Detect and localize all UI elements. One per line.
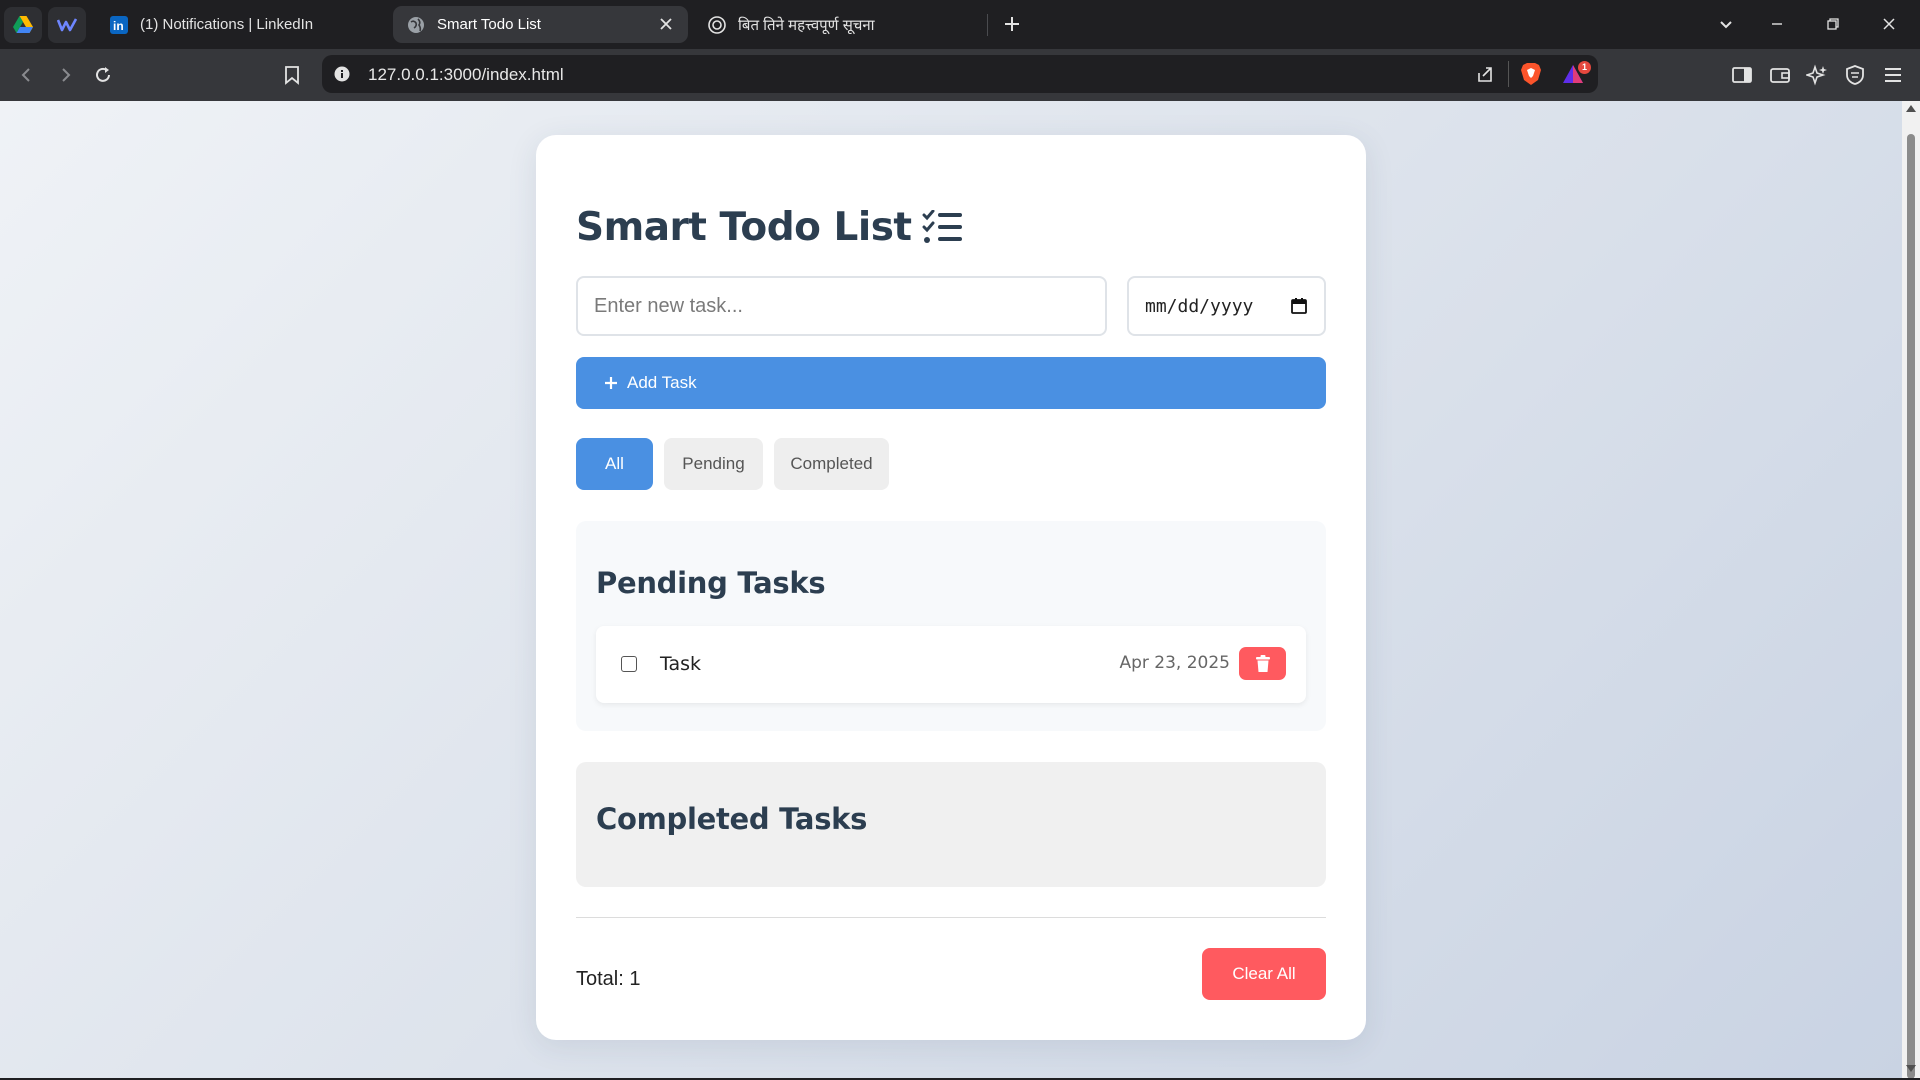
vpn-shield-icon[interactable]: [1842, 62, 1868, 88]
vertical-scrollbar[interactable]: [1902, 101, 1920, 1079]
date-placeholder: mm/dd/yyyy: [1145, 295, 1254, 317]
page-title-text: Smart Todo List: [576, 205, 912, 250]
pending-tasks-heading: Pending Tasks: [596, 566, 826, 600]
restore-icon[interactable]: [1821, 12, 1845, 36]
pending-tasks-section: Pending Tasks Task Apr 23, 2025: [576, 521, 1326, 731]
leo-ai-sparkle-icon[interactable]: [1804, 62, 1830, 88]
wallet-icon[interactable]: [1767, 62, 1793, 88]
browser-toolbar: 127.0.0.1:3000/index.html 1: [0, 49, 1920, 101]
linkedin-icon: in: [110, 15, 128, 34]
google-drive-icon: [13, 16, 33, 33]
brave-shields-icon[interactable]: [1520, 62, 1542, 86]
address-bar[interactable]: 127.0.0.1:3000/index.html: [322, 55, 1598, 93]
close-window-icon[interactable]: [1877, 12, 1901, 36]
calendar-icon[interactable]: [1290, 297, 1308, 315]
rewards-badge: 1: [1578, 61, 1591, 74]
reload-icon[interactable]: [90, 62, 116, 88]
tab-smart-todo-list[interactable]: Smart Todo List: [393, 6, 688, 43]
task-text: Task: [660, 653, 702, 675]
completed-tasks-heading: Completed Tasks: [596, 802, 868, 836]
svg-text:in: in: [113, 19, 124, 33]
todo-card: Smart Todo List mm/dd/yyyy: [536, 135, 1366, 1040]
forward-icon[interactable]: [52, 62, 78, 88]
delete-task-button[interactable]: [1239, 647, 1286, 680]
tab-separator: [987, 14, 988, 36]
task-item: Task Apr 23, 2025: [596, 626, 1306, 703]
tab-marathi-notice[interactable]: बित तिने महत्त्वपूर्ण सूचना: [694, 6, 990, 43]
tab-search-chevron-icon[interactable]: [1714, 12, 1738, 36]
new-tab-plus-icon[interactable]: [1000, 12, 1024, 36]
pinned-tab-google-drive[interactable]: [4, 7, 42, 43]
openai-icon: [708, 15, 726, 34]
add-task-button[interactable]: Add Task: [576, 357, 1326, 409]
filter-all-button[interactable]: All: [576, 438, 653, 490]
bookmark-icon[interactable]: [279, 62, 305, 88]
menu-icon[interactable]: [1880, 62, 1906, 88]
total-count: Total: 1: [576, 968, 641, 990]
filter-pending-button[interactable]: Pending: [664, 438, 763, 490]
trash-icon: [1255, 654, 1270, 672]
site-info-icon[interactable]: [334, 66, 350, 82]
page-viewport: Smart Todo List mm/dd/yyyy: [0, 101, 1902, 1078]
globe-icon: [407, 16, 425, 34]
tab-title: बित तिने महत्त्वपूर्ण सूचना: [738, 16, 875, 34]
add-task-label: Add Task: [627, 373, 697, 392]
share-icon[interactable]: [1475, 64, 1495, 84]
tab-title: Smart Todo List: [437, 16, 541, 33]
minimize-icon[interactable]: [1765, 12, 1789, 36]
scrollbar-thumb[interactable]: [1907, 134, 1915, 1079]
back-icon[interactable]: [14, 62, 40, 88]
sidebar-icon[interactable]: [1729, 62, 1755, 88]
checklist-icon: [922, 209, 964, 246]
due-date-input[interactable]: mm/dd/yyyy: [1127, 276, 1326, 336]
close-icon[interactable]: [658, 16, 674, 32]
clear-all-button[interactable]: Clear All: [1202, 948, 1326, 1000]
completed-tasks-section: Completed Tasks: [576, 762, 1326, 887]
browser-tab-strip: in (1) Notifications | LinkedIn Smart To…: [0, 0, 1920, 49]
scroll-up-arrow-icon[interactable]: [1906, 105, 1916, 112]
task-due-date: Apr 23, 2025: [1119, 653, 1230, 673]
new-task-input[interactable]: [576, 276, 1107, 336]
footer-divider: [576, 917, 1326, 918]
wave-app-icon: [57, 18, 77, 32]
pinned-tab-windsurf[interactable]: [48, 7, 86, 43]
page-title: Smart Todo List: [576, 205, 964, 250]
tab-linkedin[interactable]: in (1) Notifications | LinkedIn: [96, 6, 392, 43]
tab-title: (1) Notifications | LinkedIn: [140, 16, 314, 33]
plus-icon: [604, 376, 618, 390]
task-complete-checkbox[interactable]: [621, 656, 637, 672]
url-text: 127.0.0.1:3000/index.html: [368, 65, 564, 84]
scroll-down-arrow-icon[interactable]: [1906, 1065, 1916, 1072]
filter-completed-button[interactable]: Completed: [774, 438, 889, 490]
